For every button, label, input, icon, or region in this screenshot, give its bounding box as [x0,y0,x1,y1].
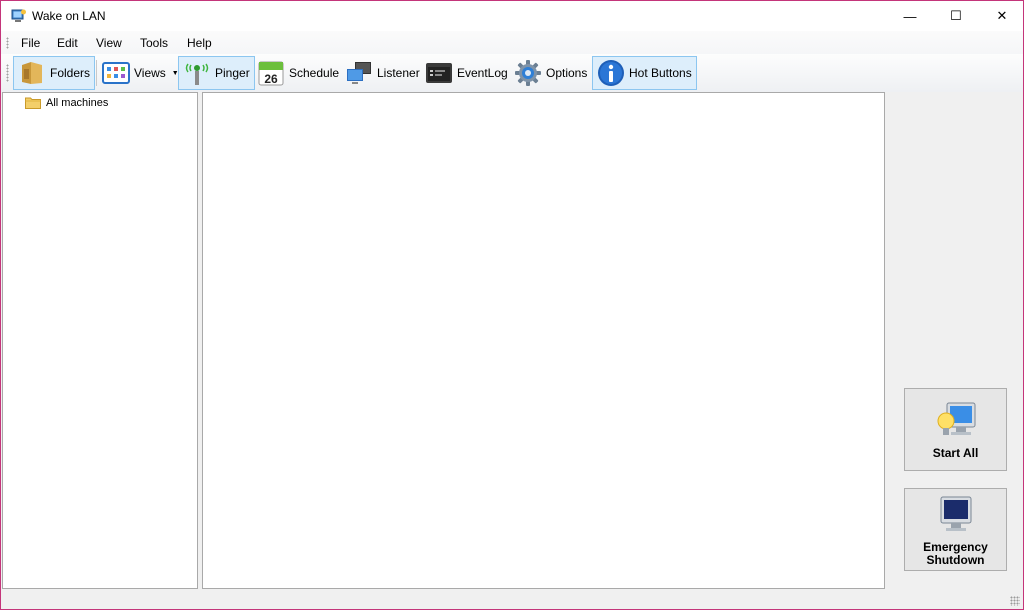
eventlog-label: EventLog [457,66,508,80]
menu-view[interactable]: View [96,36,122,50]
hot-buttons-button[interactable]: Hot Buttons [592,56,697,90]
folders-button[interactable]: Folders [13,56,96,90]
menu-tools[interactable]: Tools [140,36,168,50]
minimize-button[interactable]: — [887,1,933,31]
options-label: Options [546,66,588,80]
calendar-icon: 26 [258,61,284,86]
pinger-button[interactable]: Pinger [178,56,255,90]
emergency-label-line2: Shutdown [926,552,985,567]
toolbar: Folders Views ▼ Pinger 26 Schedule Liste… [1,54,1023,92]
calendar-day: 26 [264,72,278,86]
menu-file[interactable]: File [21,36,40,50]
listener-monitors-icon [347,62,371,84]
app-window: Wake on LAN — ☐ ✕ File Edit View Tools H… [0,0,1024,610]
emergency-label-line1: Emergency [923,539,988,554]
gear-icon [515,60,541,86]
hot-buttons-label: Hot Buttons [629,66,692,80]
folders-icon [22,62,42,84]
folders-label: Folders [50,66,91,80]
minimize-icon: — [903,8,917,24]
resize-grip-handle[interactable] [1010,596,1020,606]
pinger-label: Pinger [215,66,250,80]
listener-label: Listener [377,66,420,80]
emergency-shutdown-button[interactable]: Emergency Shutdown [904,488,1007,571]
maximize-button[interactable]: ☐ [933,1,979,31]
eventlog-terminal-icon [426,63,452,83]
menu-bar: File Edit View Tools Help [1,31,1023,54]
views-button[interactable]: Views ▼ [97,56,184,90]
listener-button[interactable]: Listener [340,56,425,90]
folder-icon [25,97,41,109]
status-bar [1,590,1023,609]
title-bar: Wake on LAN — ☐ ✕ [1,1,1023,31]
menu-edit[interactable]: Edit [57,36,78,50]
machine-list-panel[interactable] [202,92,885,589]
start-all-button[interactable]: Start All [904,388,1007,471]
machine-tree-panel[interactable]: All machines [2,92,198,589]
monitor-off-icon [940,496,971,531]
views-icon [102,62,130,84]
eventlog-button[interactable]: EventLog [420,56,513,90]
pinger-antenna-icon [185,63,209,85]
maximize-icon: ☐ [950,8,962,23]
schedule-label: Schedule [289,66,340,80]
monitor-bulb-icon [937,402,975,435]
options-button[interactable]: Options [509,56,592,90]
tree-item-all-machines[interactable]: All machines [25,96,108,109]
window-title: Wake on LAN [32,9,106,23]
toolbar-grip-handle[interactable] [6,64,9,82]
close-button[interactable]: ✕ [979,1,1023,31]
info-icon [598,60,624,86]
wake-on-lan-app-icon [11,9,26,22]
menu-grip-handle[interactable] [6,37,9,49]
menu-help[interactable]: Help [187,36,212,50]
views-label: Views [134,66,166,80]
tree-item-label: All machines [46,96,109,109]
start-all-label: Start All [932,446,979,460]
schedule-button[interactable]: 26 Schedule [252,56,344,90]
close-icon: ✕ [996,8,1008,23]
